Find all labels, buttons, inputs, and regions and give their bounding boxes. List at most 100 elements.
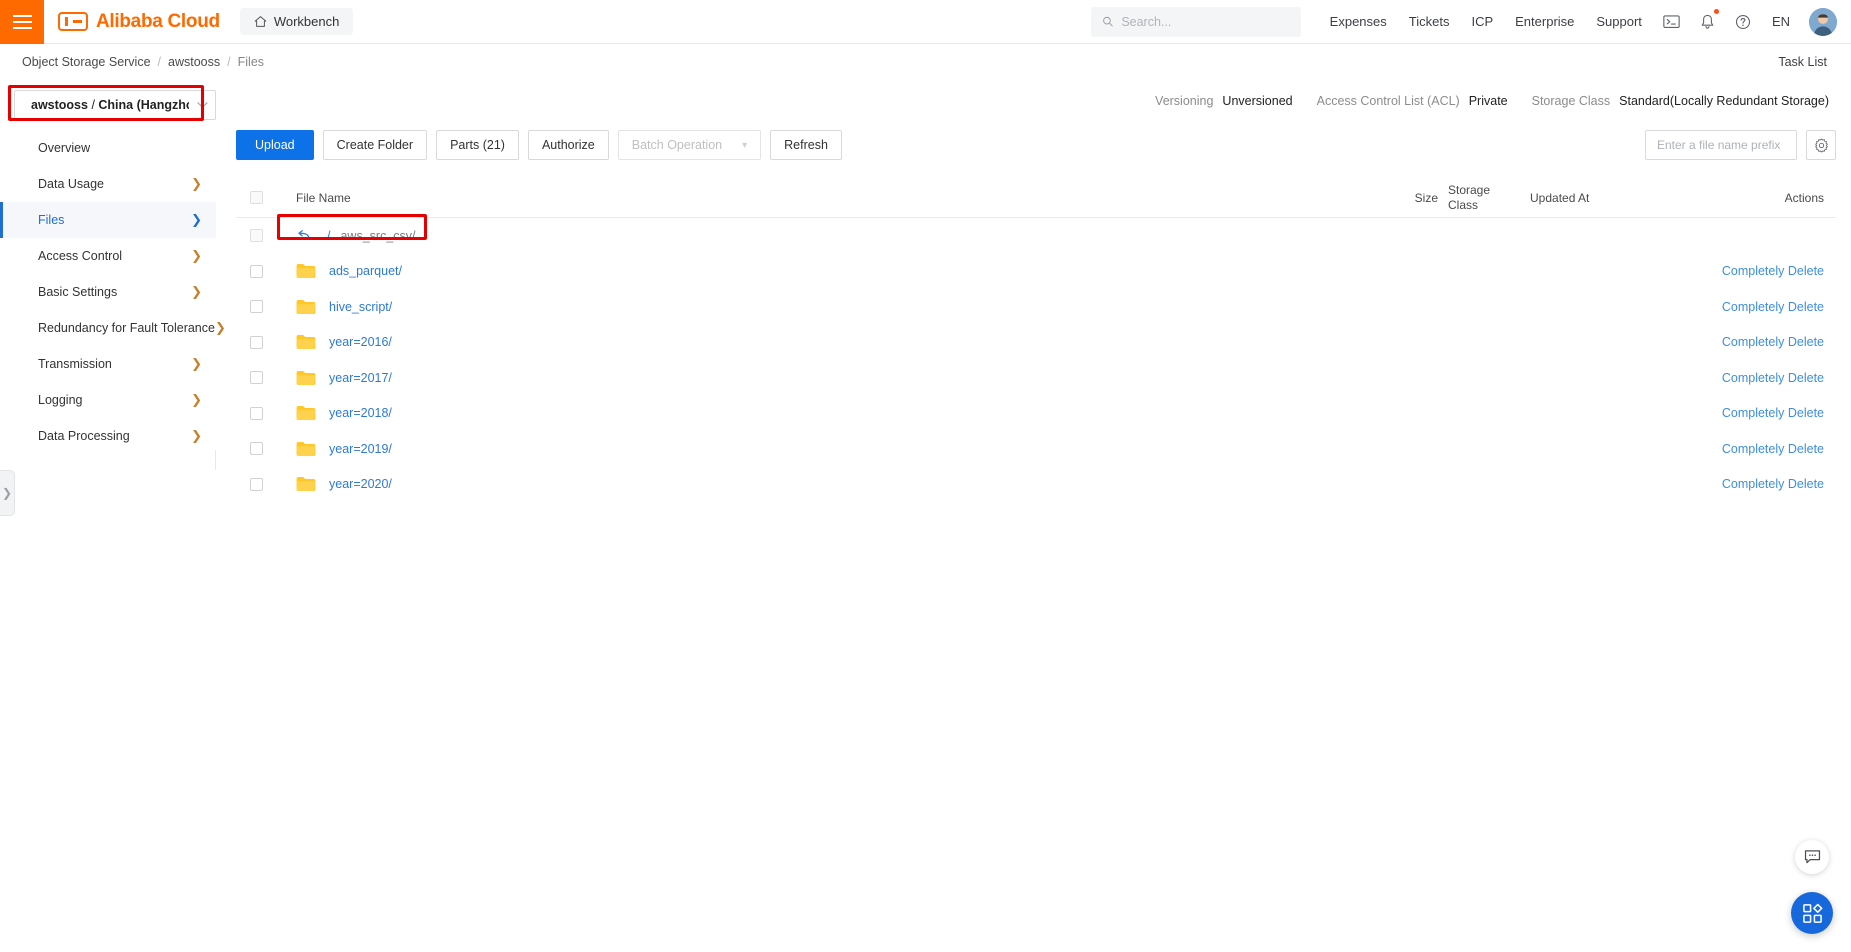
bell-icon[interactable]	[1690, 8, 1725, 30]
hamburger-menu-icon[interactable]	[0, 0, 44, 44]
upload-button[interactable]: Upload	[236, 130, 314, 160]
sidebar-item-redundancy[interactable]: Redundancy for Fault Tolerance ❯	[0, 310, 226, 346]
header-link-expenses[interactable]: Expenses	[1319, 14, 1398, 29]
chevron-right-icon: ❯	[191, 284, 202, 300]
table-row[interactable]: year=2018/Completely Delete	[236, 396, 1836, 432]
back-arrow-icon[interactable]	[296, 229, 311, 242]
sidebar-item-data-usage[interactable]: Data Usage ❯	[0, 166, 216, 202]
refresh-button[interactable]: Refresh	[770, 130, 842, 160]
header-link-support[interactable]: Support	[1585, 14, 1653, 29]
breadcrumb-item-bucket[interactable]: awstooss	[168, 55, 220, 69]
global-search-box[interactable]	[1090, 6, 1301, 37]
header-link-enterprise[interactable]: Enterprise	[1504, 14, 1585, 29]
completely-delete-link[interactable]: Completely Delete	[1722, 300, 1824, 314]
completely-delete-link[interactable]: Completely Delete	[1722, 477, 1824, 491]
chevron-down-icon: ▾	[742, 139, 748, 151]
chat-feedback-icon	[1804, 850, 1820, 864]
chevron-down-icon[interactable]	[189, 101, 215, 109]
completely-delete-link[interactable]: Completely Delete	[1722, 406, 1824, 420]
sidebar-item-label: Logging	[38, 393, 83, 407]
file-name-link[interactable]: year=2018/	[329, 406, 392, 420]
table-row[interactable]: year=2016/Completely Delete	[236, 325, 1836, 361]
bucket-separator: /	[87, 98, 99, 112]
row-checkbox[interactable]	[249, 442, 263, 456]
table-row[interactable]: year=2020/Completely Delete	[236, 467, 1836, 503]
row-actions: Completely Delete	[1696, 406, 1836, 420]
apps-launcher-button[interactable]	[1791, 892, 1833, 934]
gear-icon	[1814, 138, 1828, 152]
sidebar-item-transmission[interactable]: Transmission ❯	[0, 346, 216, 382]
table-body: ads_parquet/Completely Delete hive_script…	[236, 254, 1836, 503]
row-checkbox[interactable]	[249, 477, 263, 491]
file-name-link[interactable]: hive_script/	[329, 300, 392, 314]
file-name-link[interactable]: year=2019/	[329, 442, 392, 456]
brand-name-label: Alibaba Cloud	[96, 10, 220, 32]
sidebar-item-logging[interactable]: Logging ❯	[0, 382, 216, 418]
top-header-bar: Alibaba Cloud Workbench Expenses Tickets…	[0, 0, 1851, 44]
bucket-selector[interactable]: awstooss / China (Hangzhou)	[14, 90, 216, 120]
sidebar-item-basic-settings[interactable]: Basic Settings ❯	[0, 274, 216, 310]
table-row[interactable]: ads_parquet/Completely Delete	[236, 254, 1836, 290]
folder-icon	[296, 370, 316, 385]
terminal-icon[interactable]	[1653, 14, 1690, 29]
file-prefix-search-input[interactable]	[1657, 138, 1812, 152]
task-list-link[interactable]: Task List	[1778, 55, 1827, 69]
header-right-cluster: Expenses Tickets ICP Enterprise Support	[1090, 6, 1851, 37]
table-row[interactable]: hive_script/Completely Delete	[236, 289, 1836, 325]
main-content: Upload Create Folder Parts (21) Authoriz…	[236, 130, 1836, 492]
breadcrumb-item-service[interactable]: Object Storage Service	[22, 55, 151, 69]
table-row[interactable]: year=2017/Completely Delete	[236, 360, 1836, 396]
sidebar-item-overview[interactable]: Overview	[0, 130, 216, 166]
header-link-icp[interactable]: ICP	[1460, 14, 1504, 29]
row-checkbox[interactable]	[249, 335, 263, 349]
user-avatar[interactable]	[1809, 7, 1837, 36]
row-checkbox[interactable]	[249, 406, 263, 420]
row-actions: Completely Delete	[1696, 300, 1836, 314]
global-search-input[interactable]	[1121, 14, 1290, 29]
row-checkbox[interactable]	[249, 300, 263, 314]
select-all-checkbox[interactable]	[249, 191, 263, 204]
file-prefix-search-box[interactable]	[1645, 130, 1812, 160]
row-actions: Completely Delete	[1696, 335, 1836, 349]
authorize-button[interactable]: Authorize	[527, 130, 609, 160]
feedback-button[interactable]	[1795, 840, 1829, 874]
row-checkbox[interactable]	[249, 371, 263, 385]
completely-delete-link[interactable]: Completely Delete	[1722, 442, 1824, 456]
breadcrumb-item-files: Files	[237, 55, 265, 69]
row-checkbox-cell	[236, 229, 276, 243]
meta-value-versioning: Unversioned	[1222, 94, 1293, 108]
completely-delete-link[interactable]: Completely Delete	[1722, 264, 1824, 278]
file-name-link[interactable]: year=2017/	[329, 371, 392, 385]
file-name-link[interactable]: year=2020/	[329, 477, 392, 491]
row-checkbox[interactable]	[249, 264, 263, 278]
folder-icon	[296, 299, 316, 314]
sidebar-item-access-control[interactable]: Access Control ❯	[0, 238, 216, 274]
column-header-storage-class: Storage Class	[1438, 183, 1516, 213]
language-selector[interactable]: EN	[1761, 14, 1801, 29]
parts-button[interactable]: Parts (21)	[436, 130, 519, 160]
sidebar-item-files[interactable]: Files ❯	[0, 202, 216, 238]
help-circle-icon[interactable]	[1725, 14, 1761, 30]
workbench-label: Workbench	[273, 14, 340, 29]
chevron-right-icon: ❯	[191, 248, 202, 264]
sidebar-collapse-handle[interactable]: ❯	[0, 470, 15, 516]
parent-directory-cell[interactable]: / aws_src_csv/	[276, 229, 1348, 243]
sidebar-item-data-processing[interactable]: Data Processing ❯	[0, 418, 216, 454]
workbench-button[interactable]: Workbench	[239, 8, 354, 35]
chevron-right-icon: ❯	[191, 356, 202, 372]
table-row[interactable]: year=2019/Completely Delete	[236, 431, 1836, 467]
parent-directory-name[interactable]: aws_src_csv/	[340, 229, 415, 243]
create-folder-button[interactable]: Create Folder	[322, 130, 428, 160]
table-row-parent[interactable]: / aws_src_csv/	[236, 218, 1836, 254]
completely-delete-link[interactable]: Completely Delete	[1722, 335, 1824, 349]
row-checkbox[interactable]	[249, 229, 263, 243]
file-name-link[interactable]: ads_parquet/	[329, 264, 402, 278]
completely-delete-link[interactable]: Completely Delete	[1722, 371, 1824, 385]
file-name-link[interactable]: year=2016/	[329, 335, 392, 349]
header-link-tickets[interactable]: Tickets	[1398, 14, 1461, 29]
chevron-right-icon: ❯	[191, 176, 202, 192]
row-actions: Completely Delete	[1696, 264, 1836, 278]
alibaba-cloud-logo[interactable]: Alibaba Cloud	[58, 11, 220, 33]
table-settings-button[interactable]	[1806, 130, 1836, 160]
table-header-row: File Name Size Storage Class Updated At …	[236, 178, 1836, 218]
